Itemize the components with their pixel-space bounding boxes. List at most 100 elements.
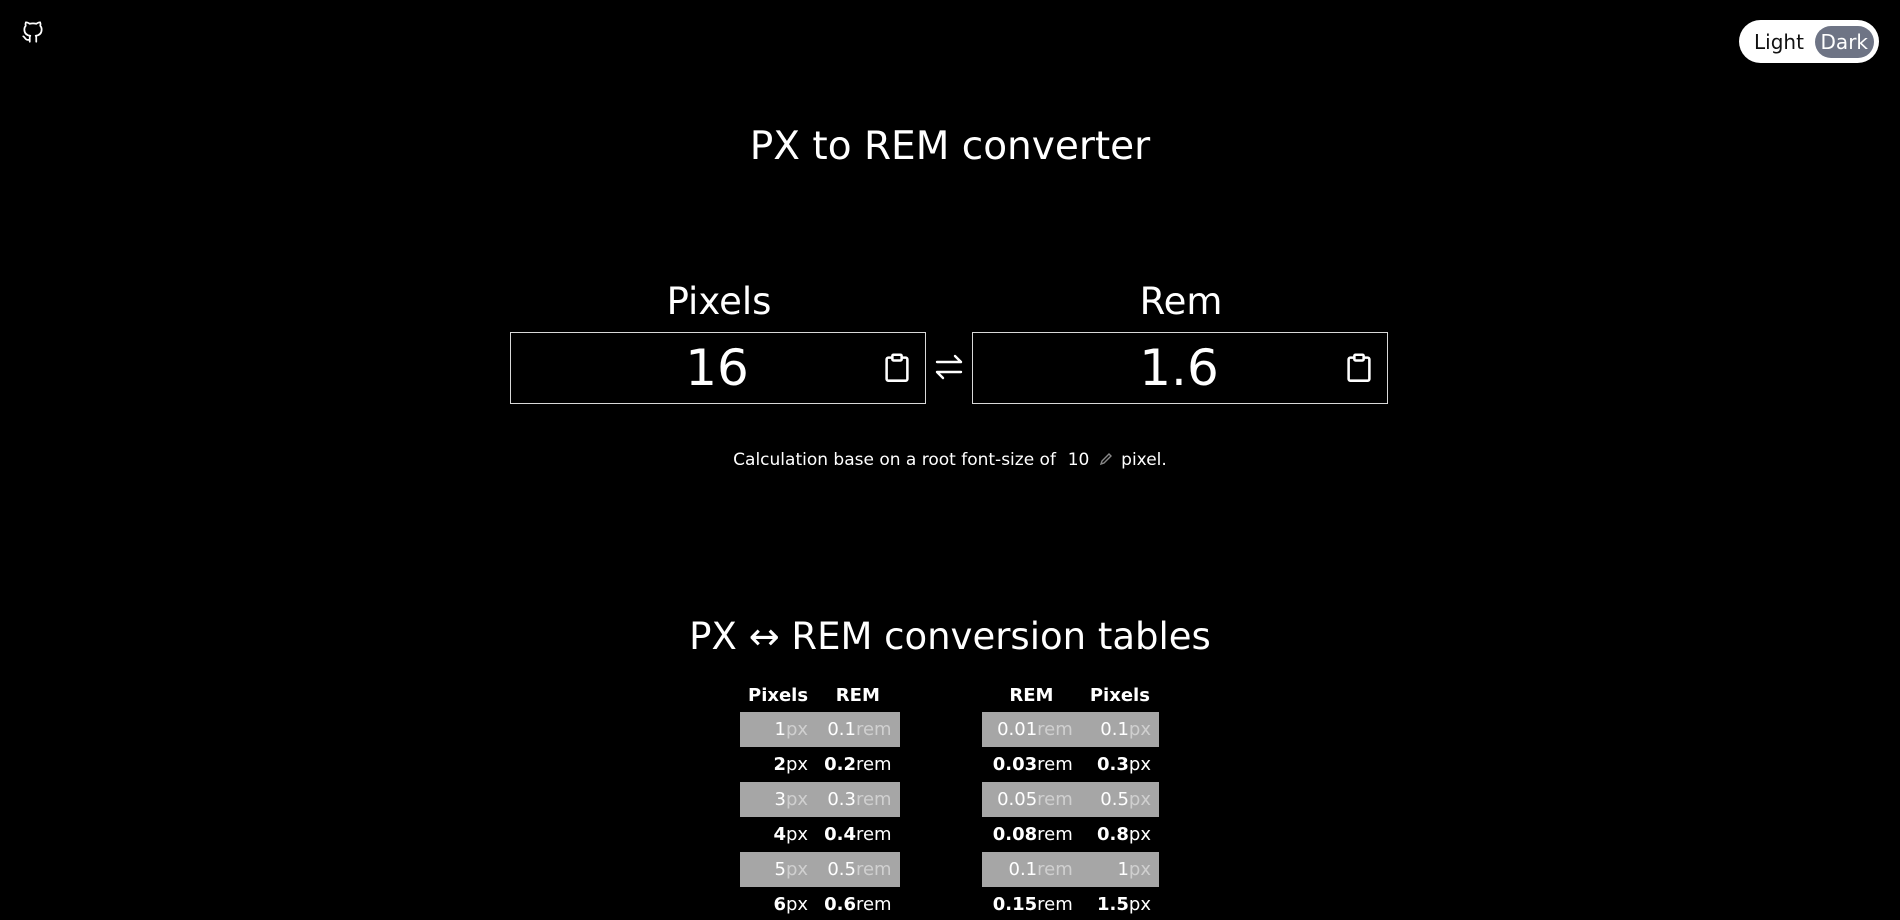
px-value: 0.1 [1100,719,1129,740]
px-cell: 5px [740,852,817,887]
rem-value: 0.1 [827,719,856,740]
px-cell: 4px [740,817,816,852]
table-row: 0.15rem 1.5px [982,887,1159,920]
rem-cell: 0.1rem [816,712,900,747]
px-cell: 2px [740,747,816,782]
rem-unit: rem [855,859,892,880]
rem-unit: rem [855,719,892,740]
rem-cell: 0.3rem [816,782,900,817]
rem-to-px-table: REM Pixels 0.01rem 0.1px 0.03rem 0.3px 0… [982,678,1159,920]
page: Light Dark PX to REM converter Pixels Re… [0,0,1900,920]
theme-dark-option[interactable]: Dark [1814,25,1874,58]
clipboard-icon[interactable] [1345,353,1373,383]
column-header-rem: REM [1009,684,1054,706]
rem-cell: 0.5rem [816,852,900,887]
px-cell: 0.3px [1081,747,1159,782]
table-row: 0.03rem 0.3px [982,747,1159,782]
rem-unit: rem [1037,789,1073,810]
px-value: 3 [774,789,786,810]
rem-unit: rem [855,894,892,915]
column-header-pixels: Pixels [748,684,809,706]
rem-value: 0.08 [992,824,1038,845]
table-row: 2px 0.2rem [740,747,900,782]
rem-value: 0.05 [997,789,1038,810]
rem-value: 0.15 [992,894,1038,915]
px-cell: 1.5px [1081,887,1159,920]
px-unit: px [1128,754,1151,775]
rem-cell: 0.01rem [982,712,1081,747]
swap-arrows-icon[interactable] [931,349,967,385]
table-header-row: REM Pixels [982,678,1159,712]
px-unit: px [1128,824,1151,845]
column-header-rem: REM [835,684,880,706]
rem-cell: 0.2rem [816,747,900,782]
px-value: 6 [773,894,786,915]
rem-unit: rem [1037,754,1073,775]
px-unit: px [1128,859,1151,880]
rem-value: 0.1 [1008,859,1038,880]
table-row: 0.01rem 0.1px [982,712,1159,747]
rem-unit: rem [1037,894,1073,915]
rem-input[interactable] [973,333,1345,403]
px-value: 5 [774,859,786,880]
px-unit: px [786,719,809,740]
table-row: 1px 0.1rem [740,712,900,747]
rem-unit: rem [1037,859,1073,880]
table-header-row: Pixels REM [740,678,900,712]
px-value: 0.5 [1100,789,1129,810]
clipboard-icon[interactable] [883,353,911,383]
rem-cell: 0.08rem [982,817,1081,852]
px-unit: px [1128,894,1151,915]
px-cell: 0.1px [1080,712,1159,747]
rem-unit: rem [1037,719,1073,740]
px-cell: 1px [740,712,817,747]
theme-light-option[interactable]: Light [1748,26,1810,58]
rem-value: 0.01 [997,719,1038,740]
rem-unit: rem [855,754,892,775]
github-icon[interactable] [20,18,46,46]
px-value: 1.5 [1097,894,1129,915]
rem-field-box [972,332,1388,404]
theme-toggle[interactable]: Light Dark [1739,20,1879,63]
rem-value: 0.4 [824,824,856,845]
rem-value: 0.2 [824,754,856,775]
px-cell: 6px [740,887,816,920]
rem-cell: 0.6rem [816,887,900,920]
rem-unit: rem [855,789,892,810]
calculation-base-note: Calculation base on a root font-size of … [0,448,1900,472]
rem-cell: 0.05rem [982,782,1081,817]
rem-value: 0.6 [824,894,856,915]
px-unit: px [786,859,809,880]
table-row: 6px 0.6rem [740,887,900,920]
px-value: 0.8 [1097,824,1129,845]
pixels-input[interactable] [511,333,883,403]
table-row: 0.08rem 0.8px [982,817,1159,852]
table-row: 0.05rem 0.5px [982,782,1159,817]
px-value: 1 [774,719,786,740]
px-value: 0.3 [1097,754,1129,775]
rem-value: 0.5 [827,859,856,880]
px-value: 4 [773,824,786,845]
root-font-size-input[interactable] [1061,450,1090,470]
page-title: PX to REM converter [749,124,1151,169]
px-cell: 3px [740,782,817,817]
px-cell: 0.5px [1080,782,1159,817]
pencil-icon[interactable] [1098,451,1114,467]
px-unit: px [786,754,809,775]
rem-value: 0.3 [827,789,856,810]
base-prefix: Calculation base on a root font-size of [733,450,1056,470]
rem-cell: 0.15rem [982,887,1081,920]
rem-cell: 0.4rem [816,817,900,852]
px-unit: px [786,824,809,845]
pixels-field-box [510,332,926,404]
column-header-pixels: Pixels [1089,684,1150,706]
px-unit: px [786,894,809,915]
rem-value: 0.03 [992,754,1038,775]
px-cell: 1px [1080,852,1159,887]
rem-unit: rem [1037,824,1073,845]
px-unit: px [786,789,809,810]
px-to-rem-table: Pixels REM 1px 0.1rem 2px 0.2rem 3px 0.3… [740,678,900,920]
pixels-label: Pixels [666,280,772,323]
px-cell: 0.8px [1081,817,1159,852]
px-unit: px [1128,719,1151,740]
